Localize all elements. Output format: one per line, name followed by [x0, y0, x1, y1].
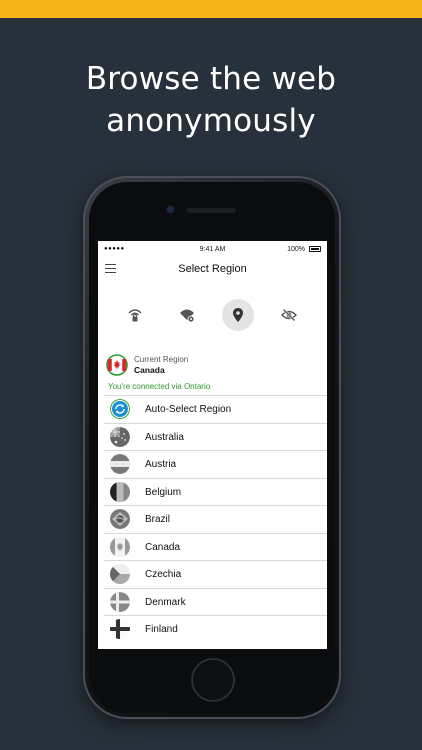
list-item-brazil[interactable]: Brazil [104, 505, 327, 533]
region-label: Auto-Select Region [145, 404, 232, 415]
headline-line-1: Browse the web [85, 61, 337, 97]
region-label: Brazil [145, 514, 171, 525]
tab-secure-wifi[interactable] [119, 299, 151, 331]
front-camera [167, 206, 174, 213]
list-item-czechia[interactable]: Czechia [104, 560, 327, 588]
flag-denmark-icon [110, 591, 130, 612]
nav-bar: Select Region [98, 259, 327, 281]
status-bar: ●●●●● 9:41 AM 100% [98, 241, 327, 259]
flag-finland-icon [110, 619, 130, 639]
battery-icon [309, 246, 321, 252]
region-label: Finland [145, 624, 178, 635]
flag-brazil-icon [110, 509, 130, 529]
connection-status: You're connected via Ontario [108, 382, 211, 391]
auto-select-icon [110, 399, 130, 419]
battery-percent: 100% [287, 246, 305, 253]
eye-off-icon [281, 308, 297, 322]
current-region-label: Current Region [134, 355, 189, 364]
phone-screen: ●●●●● 9:41 AM 100% Select Region Current… [98, 241, 327, 649]
list-item-belgium[interactable]: Belgium [104, 477, 327, 506]
flag-canada-icon [106, 354, 128, 376]
headline-line-2: anonymously [106, 103, 316, 139]
region-label: Belgium [145, 486, 182, 498]
tab-privacy[interactable] [273, 299, 305, 331]
earpiece-speaker [186, 208, 236, 213]
region-label: Australia [145, 431, 184, 443]
list-item-canada[interactable]: Canada [104, 532, 327, 561]
current-region: Current Region Canada You're connected v… [106, 354, 321, 392]
page-title: Select Region [178, 263, 247, 275]
region-label: Denmark [145, 596, 186, 608]
phone-power-button [341, 292, 345, 332]
list-item-auto-select[interactable]: Auto-Select Region [104, 395, 327, 423]
wifi-lock-icon [128, 309, 142, 322]
flag-belgium-icon [110, 481, 130, 502]
region-label: Czechia [145, 569, 182, 580]
wifi-settings-icon [180, 309, 195, 323]
flag-austria-icon [110, 454, 130, 474]
tab-wifi-settings[interactable] [171, 299, 203, 331]
accent-bar [0, 0, 422, 18]
headline: Browse the web anonymously [0, 58, 422, 142]
region-label: Canada [145, 541, 181, 553]
feature-tabs [98, 299, 327, 333]
tab-select-region[interactable] [222, 299, 254, 331]
region-label: Austria [145, 459, 177, 470]
location-pin-icon [233, 308, 243, 322]
list-item-australia[interactable]: Australia [104, 422, 327, 451]
region-list: Auto-Select Region Australia Austria Bel… [104, 395, 327, 643]
flag-australia-icon [110, 426, 130, 447]
flag-czechia-icon [110, 564, 130, 584]
flag-canada-gray-icon [110, 536, 130, 557]
list-item-finland[interactable]: Finland [104, 615, 327, 643]
current-region-name: Canada [134, 365, 165, 375]
list-item-denmark[interactable]: Denmark [104, 587, 327, 616]
home-button[interactable] [191, 658, 235, 702]
list-item-austria[interactable]: Austria [104, 450, 327, 478]
